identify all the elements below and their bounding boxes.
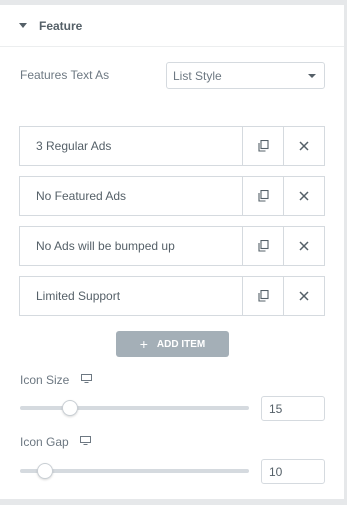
repeater-item-title[interactable]: 3 Regular Ads	[20, 127, 242, 165]
feature-section-header[interactable]: Feature	[0, 5, 344, 47]
copy-icon	[257, 240, 269, 252]
add-item-label: ADD ITEM	[156, 338, 206, 350]
add-item-button[interactable]: + ADD ITEM	[116, 331, 229, 357]
copy-icon	[257, 190, 269, 202]
caret-down-icon	[19, 23, 27, 28]
close-icon	[299, 241, 309, 251]
section-title: Feature	[39, 18, 83, 33]
icon-size-slider-handle[interactable]	[62, 400, 79, 416]
select-value: List Style	[173, 68, 222, 83]
duplicate-button[interactable]	[242, 227, 283, 265]
remove-button[interactable]	[283, 227, 324, 265]
duplicate-button[interactable]	[242, 177, 283, 215]
plus-icon: +	[139, 336, 148, 352]
repeater-item-title[interactable]: No Featured Ads	[20, 177, 242, 215]
copy-icon	[257, 140, 269, 152]
remove-button[interactable]	[283, 177, 324, 215]
icon-gap-slider-handle[interactable]	[37, 463, 54, 479]
repeater-item-title[interactable]: No Ads will be bumped up	[20, 227, 242, 265]
desktop-icon[interactable]	[81, 374, 92, 383]
repeater-item[interactable]: No Featured Ads	[19, 176, 325, 216]
repeater-item[interactable]: Limited Support	[19, 276, 325, 316]
remove-button[interactable]	[283, 127, 324, 165]
icon-gap-input[interactable]: 10	[261, 459, 325, 484]
close-icon	[299, 191, 309, 201]
features-text-as-select[interactable]: List Style	[166, 62, 325, 89]
desktop-icon[interactable]	[80, 436, 91, 445]
repeater-item[interactable]: 3 Regular Ads	[19, 126, 325, 166]
icon-size-slider-track[interactable]	[20, 406, 249, 410]
duplicate-button[interactable]	[242, 277, 283, 315]
chevron-down-icon	[308, 74, 316, 78]
close-icon	[299, 291, 309, 301]
repeater-item-title[interactable]: Limited Support	[20, 277, 242, 315]
icon-size-input[interactable]: 15	[261, 396, 325, 421]
icon-gap-label: Icon Gap	[20, 435, 69, 449]
feature-panel: Feature Features Text As List Style 3 Re…	[0, 5, 344, 499]
icon-size-label: Icon Size	[20, 373, 70, 387]
duplicate-button[interactable]	[242, 127, 283, 165]
close-icon	[299, 141, 309, 151]
remove-button[interactable]	[283, 277, 324, 315]
copy-icon	[257, 290, 269, 302]
features-text-as-label: Features Text As	[20, 68, 110, 82]
repeater-item[interactable]: No Ads will be bumped up	[19, 226, 325, 266]
icon-gap-slider-track[interactable]	[20, 469, 249, 473]
